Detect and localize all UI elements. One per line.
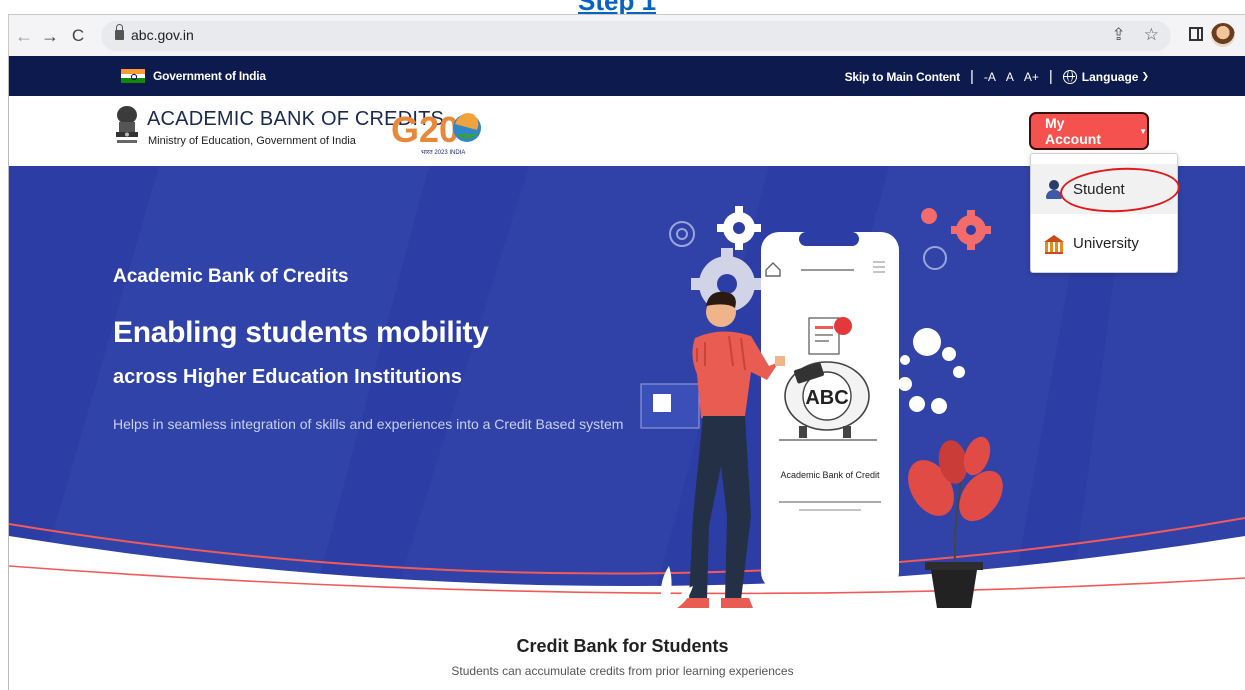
plant-illustration <box>908 436 1003 608</box>
section-title: Credit Bank for Students <box>516 636 729 656</box>
section-description: Students can accumulate credits from pri… <box>451 664 794 678</box>
india-flag-icon <box>121 69 145 83</box>
phone-caption: Academic Bank of Credit <box>780 470 880 480</box>
g20-logo: G20 भारत 2023 INDIA <box>391 109 481 156</box>
menu-item-university[interactable]: University <box>1031 218 1177 268</box>
accessibility-controls: Skip to Main Content | -A A A+ | Languag… <box>845 68 1149 85</box>
gear-icon <box>669 221 695 247</box>
language-selector[interactable]: Language <box>1082 70 1139 84</box>
g20-caption: भारत 2023 INDIA <box>421 150 465 156</box>
share-icon[interactable]: ⇪ <box>1112 25 1126 45</box>
government-label[interactable]: Government of India <box>153 69 266 83</box>
phone-logo-text: ABC <box>805 387 848 409</box>
loading-dots <box>898 328 965 414</box>
caret-down-icon: ▼ <box>1139 126 1147 136</box>
lock-icon[interactable] <box>115 24 124 40</box>
government-strip: Government of India Skip to Main Content… <box>9 56 1245 96</box>
browser-toolbar: ← → C abc.gov.in ⇪ ☆ <box>8 14 1245 56</box>
back-icon[interactable]: ← <box>11 23 37 49</box>
url-text[interactable]: abc.gov.in <box>131 27 194 43</box>
gear-icon <box>717 206 761 250</box>
my-account-label: My Account <box>1045 115 1101 147</box>
bookmark-star-icon[interactable]: ☆ <box>1144 25 1159 45</box>
my-account-button[interactable]: My Account ▼ <box>1029 112 1149 150</box>
skip-to-main-link[interactable]: Skip to Main Content <box>845 70 961 84</box>
divider: | <box>1048 68 1053 85</box>
address-bar[interactable]: abc.gov.in ⇪ ☆ <box>101 21 1171 51</box>
chevron-down-icon[interactable]: ❯ <box>1141 71 1149 82</box>
profile-avatar[interactable] <box>1211 23 1235 47</box>
reload-icon[interactable]: C <box>65 23 91 49</box>
menu-item-university-label: University <box>1073 234 1139 252</box>
gear-icon <box>921 208 991 250</box>
gear-icon <box>923 246 947 270</box>
font-normal-button[interactable]: A <box>1006 70 1014 84</box>
globe-icon <box>1062 69 1077 84</box>
national-emblem-icon <box>116 106 138 143</box>
site-subtitle: Ministry of Education, Government of Ind… <box>148 135 356 147</box>
university-icon <box>1043 232 1065 254</box>
font-decrease-button[interactable]: -A <box>984 70 996 84</box>
divider: | <box>969 68 974 85</box>
side-panel-icon[interactable] <box>1189 27 1203 41</box>
omnibox-actions: ⇪ ☆ <box>1112 25 1160 45</box>
screenshot-frame: Step 1 ← → C abc.gov.in ⇪ ☆ Government o… <box>0 0 1245 690</box>
forward-icon[interactable]: → <box>37 23 63 49</box>
g20-text: G20 <box>391 109 459 150</box>
font-increase-button[interactable]: A+ <box>1024 70 1039 84</box>
